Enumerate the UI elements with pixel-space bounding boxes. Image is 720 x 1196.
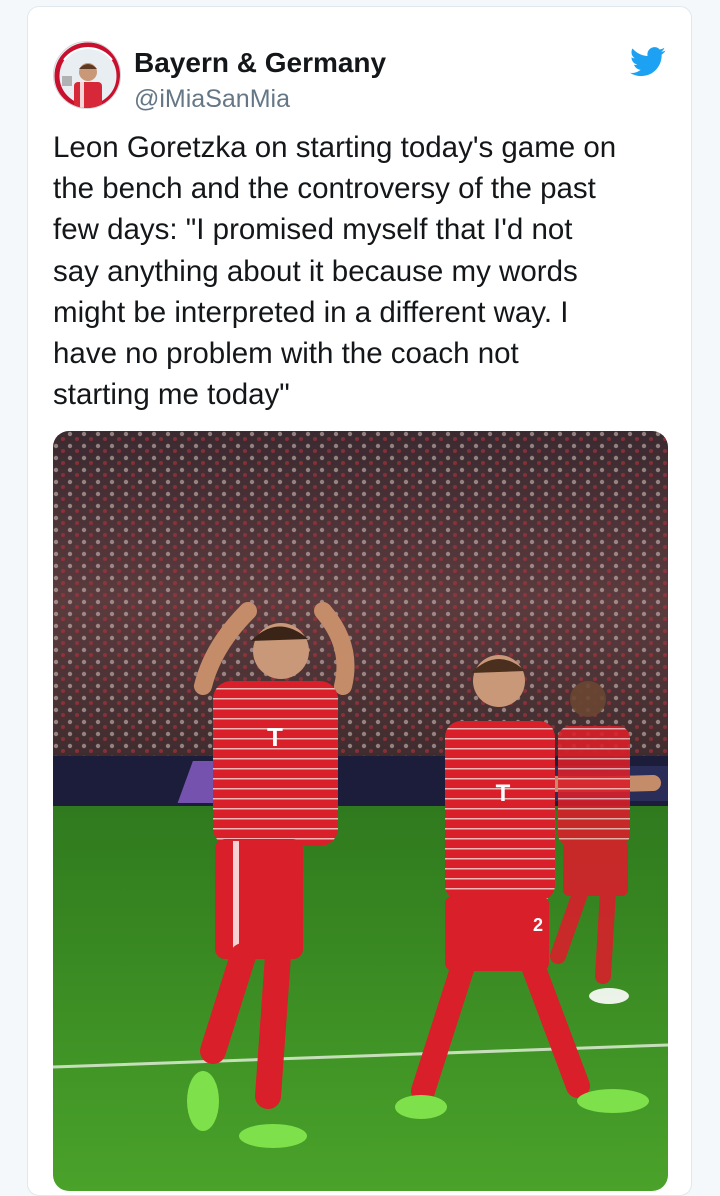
tweet-text: Leon Goretzka on starting today's game o… (53, 131, 617, 412)
tweet-card[interactable]: Bayern & Germany @iMiaSanMia Leon Goretz… (27, 6, 692, 1196)
twitter-bird-icon[interactable] (630, 47, 666, 77)
svg-text:2: 2 (533, 915, 543, 935)
football-celebration-photo: T T 2 (53, 431, 668, 1191)
display-name[interactable]: Bayern & Germany (134, 47, 386, 79)
svg-text:T: T (267, 722, 283, 752)
avatar[interactable] (53, 41, 121, 109)
tweet-header: Bayern & Germany @iMiaSanMia (53, 41, 668, 113)
avatar-player-icon (54, 42, 120, 108)
svg-text:T: T (496, 780, 511, 807)
user-handle[interactable]: @iMiaSanMia (134, 85, 290, 114)
tweet-photo[interactable]: T T 2 (53, 431, 668, 1191)
